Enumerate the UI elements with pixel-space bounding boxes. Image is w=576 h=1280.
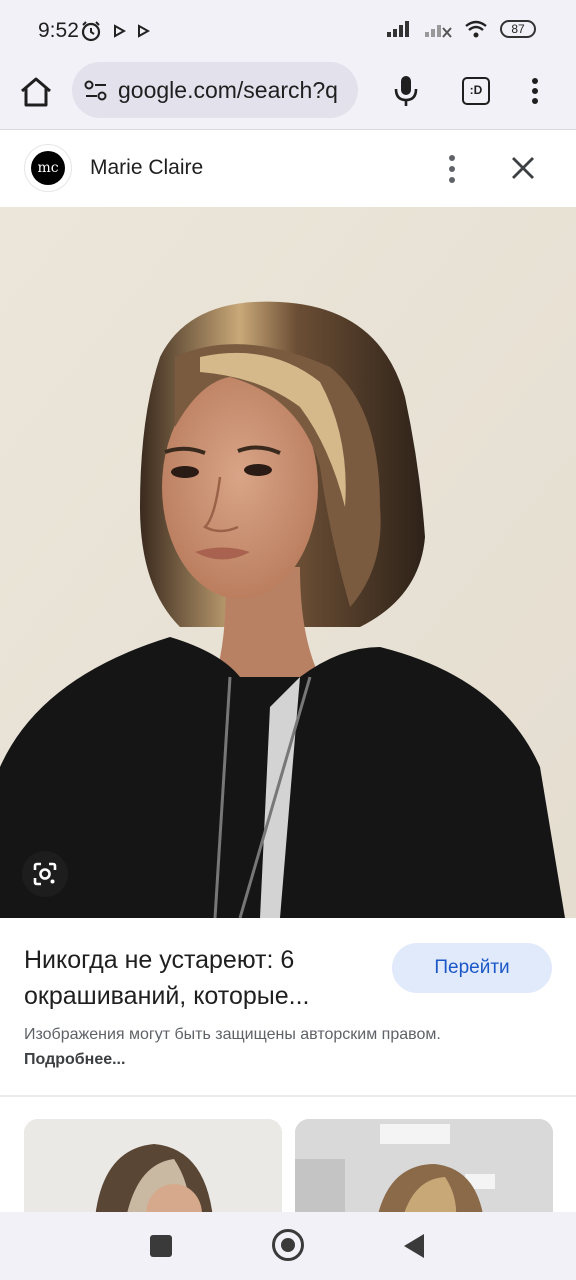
- recents-button[interactable]: [150, 1235, 172, 1257]
- result-info: Никогда не устареют: 6 окрашиваний, кото…: [0, 918, 576, 1098]
- source-name[interactable]: Marie Claire: [90, 156, 203, 180]
- portrait-illustration: [0, 207, 576, 918]
- site-settings-icon[interactable]: [84, 80, 108, 102]
- status-icons-right: 87: [386, 20, 536, 38]
- copyright-notice: Изображения могут быть защищены авторски…: [24, 1022, 444, 1072]
- source-header: mc Marie Claire: [0, 131, 576, 207]
- visit-button[interactable]: Перейти: [392, 943, 552, 993]
- browser-toolbar: google.com/search?q :D: [0, 62, 576, 130]
- status-time: 9:52: [38, 19, 79, 42]
- microphone-icon[interactable]: [392, 74, 420, 108]
- lens-button[interactable]: [22, 851, 68, 897]
- more-vert-icon[interactable]: [526, 76, 544, 106]
- signal-off-icon: [425, 25, 452, 38]
- divider: [0, 1095, 576, 1097]
- back-button[interactable]: [404, 1234, 424, 1258]
- address-bar[interactable]: google.com/search?q: [72, 62, 358, 118]
- main-image[interactable]: [0, 207, 576, 918]
- play-icon: [138, 24, 150, 38]
- status-bar: 9:52 87: [0, 0, 576, 62]
- copyright-text: Изображения могут быть защищены авторски…: [24, 1026, 441, 1043]
- alarm-icon: [81, 21, 101, 42]
- battery-icon: 87: [500, 20, 536, 38]
- wifi-icon: [465, 20, 487, 38]
- google-lens-icon: [33, 862, 57, 886]
- status-icons-left: [80, 20, 150, 42]
- more-vert-icon[interactable]: [442, 151, 462, 187]
- signal-icon: [387, 21, 409, 37]
- result-title[interactable]: Никогда не устареют: 6 окрашиваний, кото…: [24, 942, 364, 1014]
- home-nav-button[interactable]: [272, 1229, 304, 1261]
- home-icon[interactable]: [18, 74, 54, 110]
- source-logo[interactable]: mc: [24, 144, 72, 192]
- tab-switcher-button[interactable]: :D: [462, 77, 490, 105]
- learn-more-link[interactable]: Подробнее...: [24, 1051, 125, 1068]
- play-icon: [114, 24, 126, 38]
- source-logo-text: mc: [31, 151, 65, 185]
- close-icon[interactable]: [508, 153, 538, 183]
- url-text[interactable]: google.com/search?q: [118, 77, 354, 104]
- system-nav-bar: [0, 1212, 576, 1280]
